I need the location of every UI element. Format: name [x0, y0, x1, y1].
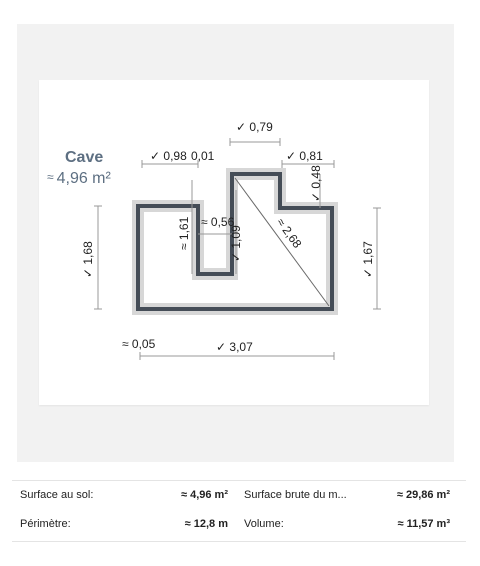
dim-label-005[interactable]: ≈ 0,05 — [122, 337, 156, 351]
volume-label: Volume: — [244, 518, 284, 530]
dim-label-168[interactable]: ✓ 1,68 — [81, 241, 95, 278]
dim-label-079[interactable]: ✓ 0,79 — [236, 120, 273, 134]
room-stats: Surface au sol: ≈ 4,96 m² Surface brute … — [12, 480, 466, 542]
dim-label-307[interactable]: ✓ 3,07 — [216, 340, 253, 354]
dim-label-161[interactable]: ≈ 1,61 — [177, 216, 191, 250]
volume-value: ≈ 11,57 m³ — [397, 518, 450, 530]
dim-label-109[interactable]: ✓ 1,09 — [229, 225, 243, 262]
floor-area-label: Surface au sol: — [20, 489, 94, 501]
gross-area-label: Surface brute du m... — [244, 489, 347, 501]
dim-label-048[interactable]: ✓ 0,48 — [309, 165, 323, 202]
gross-area-value: ≈ 29,86 m² — [396, 489, 450, 501]
perimeter-label: Périmètre: — [20, 518, 71, 530]
dim-label-081[interactable]: ✓ 0,81 — [286, 149, 323, 163]
dim-label-268[interactable]: ≈ 2,68 — [274, 216, 305, 251]
dim-label-167[interactable]: ✓ 1,67 — [361, 241, 375, 278]
dim-label-098[interactable]: ✓ 0,98 — [150, 149, 187, 163]
perimeter-value: ≈ 12,8 m — [184, 518, 228, 530]
dim-label-001[interactable]: 0,01 — [191, 149, 215, 163]
floor-area-value: ≈ 4,96 m² — [180, 489, 228, 501]
